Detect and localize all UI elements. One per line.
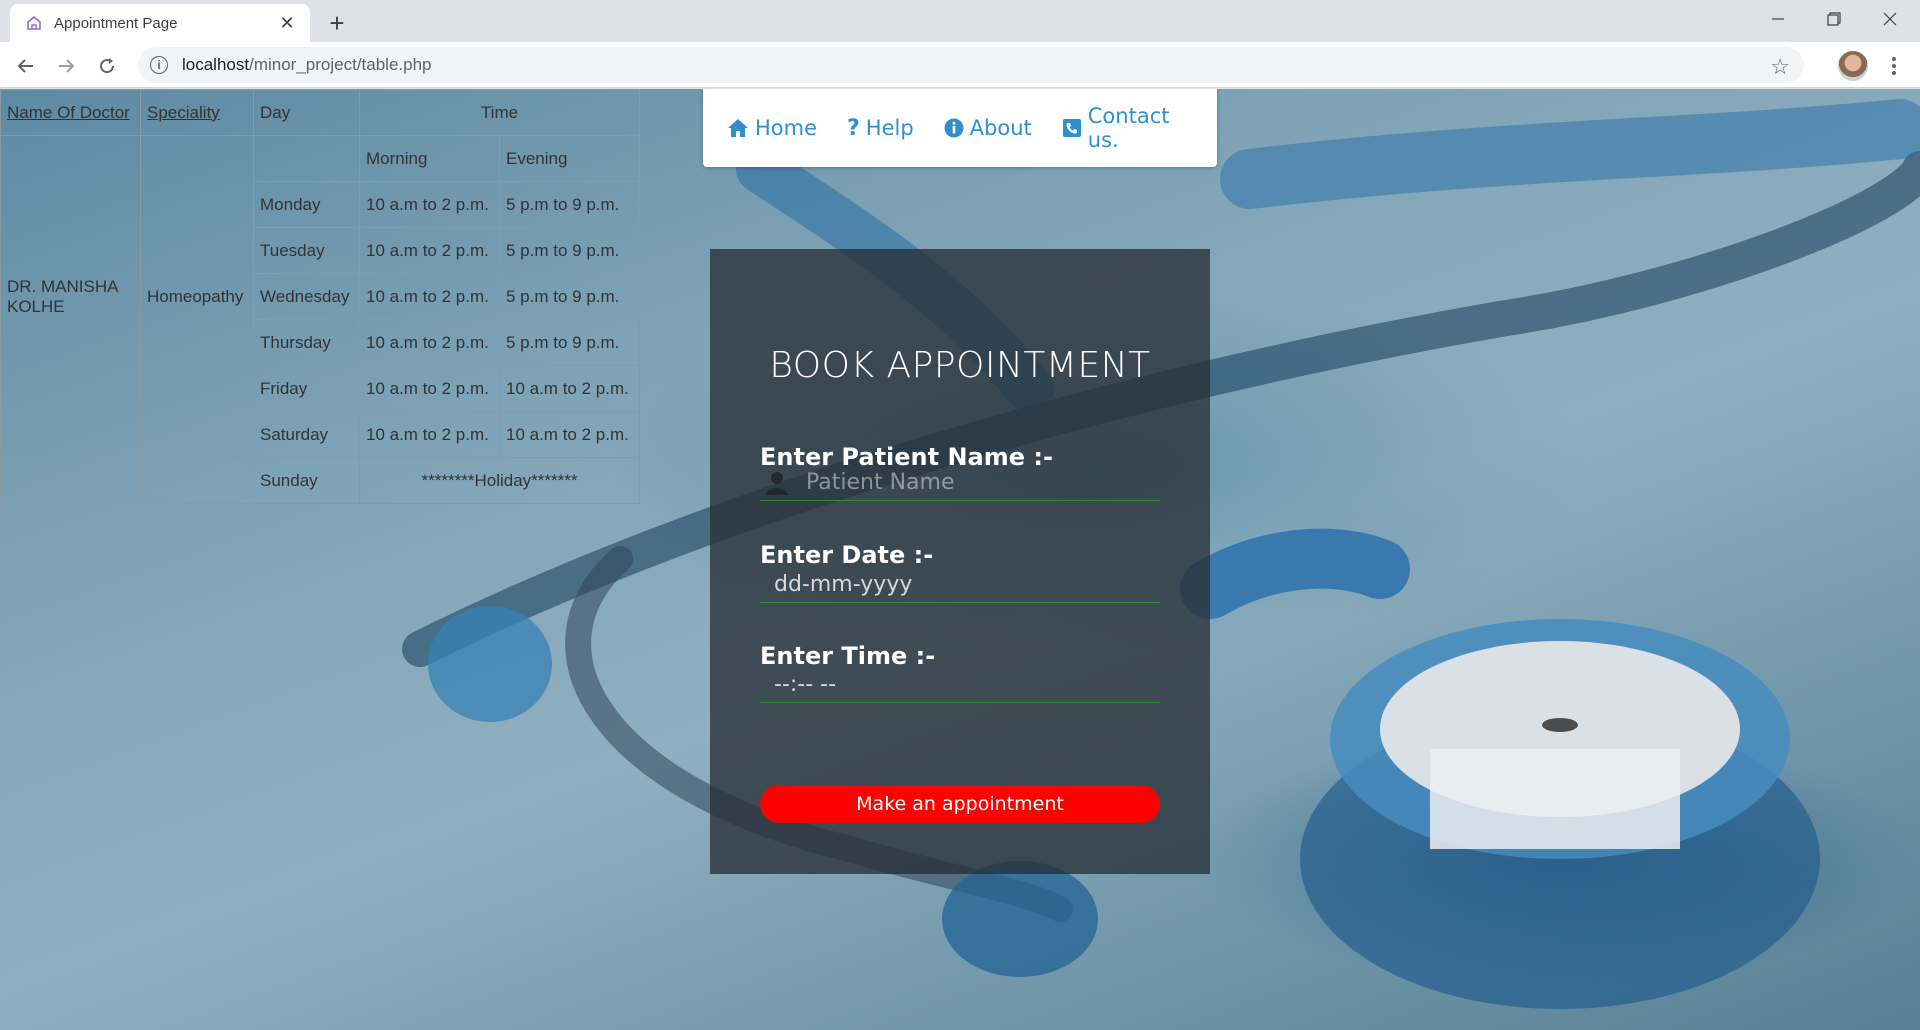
- url-path: /minor_project/table.php: [249, 55, 432, 74]
- user-icon: [764, 470, 790, 496]
- forward-arrow-icon[interactable]: [50, 50, 82, 82]
- url-text: localhost/minor_project/table.php: [182, 55, 432, 75]
- header-evening: Evening: [499, 135, 640, 182]
- day-cell: Thursday: [253, 319, 360, 366]
- time-value: --:-- --: [774, 672, 837, 697]
- home-icon: [727, 118, 749, 138]
- header-day: Day: [253, 89, 360, 136]
- page-viewport: Name Of Doctor Speciality Day Time DR. M…: [0, 89, 1920, 1030]
- booking-title: BOOK APPOINTMENT: [769, 345, 1151, 386]
- tab-title: Appointment Page: [54, 14, 178, 32]
- info-icon[interactable]: i: [150, 56, 168, 74]
- date-field[interactable]: dd-mm-yyyy: [760, 567, 1160, 603]
- evening-cell: 5 p.m to 9 p.m.: [499, 227, 640, 274]
- morning-cell: 10 a.m to 2 p.m.: [359, 319, 500, 366]
- nav-help[interactable]: ? Help: [847, 116, 914, 141]
- patient-name-field[interactable]: Patient Name: [760, 465, 1160, 501]
- speciality-cell: Homeopathy: [140, 135, 254, 458]
- evening-cell: 5 p.m to 9 p.m.: [499, 273, 640, 320]
- morning-cell: 10 a.m to 2 p.m.: [359, 273, 500, 320]
- nav-home[interactable]: Home: [727, 116, 817, 140]
- time-label: Enter Time :-: [760, 642, 936, 670]
- nav-help-label: Help: [865, 116, 914, 140]
- top-nav: Home ? Help About Contact us.: [703, 89, 1217, 167]
- table-row: DR. MANISHA KOLHE Homeopathy Morning Eve…: [0, 135, 640, 458]
- evening-cell: 10 a.m to 2 p.m.: [499, 365, 640, 412]
- header-speciality[interactable]: Speciality: [140, 89, 254, 136]
- bookmark-star-icon[interactable]: ☆: [1770, 54, 1790, 80]
- back-arrow-icon[interactable]: [10, 50, 42, 82]
- holiday-cell: ********Holiday*******: [359, 457, 640, 504]
- nav-about-label: About: [969, 116, 1032, 140]
- minimize-icon[interactable]: [1750, 0, 1806, 38]
- nav-contact[interactable]: Contact us.: [1062, 104, 1187, 152]
- morning-cell: 10 a.m to 2 p.m.: [359, 365, 500, 412]
- evening-cell: 10 a.m to 2 p.m.: [499, 411, 640, 458]
- nav-home-label: Home: [755, 116, 818, 140]
- day-cell: Sunday: [253, 457, 360, 504]
- day-cell: Saturday: [253, 411, 360, 458]
- day-cell-empty: [253, 135, 360, 182]
- close-tab-icon[interactable]: ✕: [276, 12, 298, 34]
- doctor-schedule-table: Name Of Doctor Speciality Day Time DR. M…: [0, 89, 640, 504]
- morning-cell: 10 a.m to 2 p.m.: [359, 181, 500, 228]
- patient-name-placeholder: Patient Name: [806, 470, 955, 495]
- reload-icon[interactable]: [91, 50, 123, 82]
- date-value: dd-mm-yyyy: [774, 572, 913, 597]
- new-tab-button[interactable]: +: [322, 8, 352, 38]
- booking-panel: BOOK APPOINTMENT Enter Patient Name :- P…: [710, 249, 1210, 874]
- empty-cell: [140, 457, 254, 504]
- question-mark-icon: ?: [847, 115, 860, 141]
- nav-about[interactable]: About: [944, 116, 1032, 140]
- doctor-header-link[interactable]: Name Of Doctor: [7, 103, 130, 122]
- speciality-header-link[interactable]: Speciality: [147, 103, 220, 122]
- info-circle-icon: [944, 118, 964, 138]
- url-host: localhost: [182, 55, 250, 74]
- day-cell: Wednesday: [253, 273, 360, 320]
- browser-tab[interactable]: Appointment Page ✕: [10, 4, 310, 42]
- table-row: Sunday ********Holiday*******: [0, 457, 640, 504]
- profile-avatar[interactable]: [1838, 51, 1868, 81]
- address-bar[interactable]: i localhost/minor_project/table.php ☆: [138, 47, 1804, 83]
- header-doctor[interactable]: Name Of Doctor: [0, 89, 141, 136]
- day-cell: Tuesday: [253, 227, 360, 274]
- morning-cell: 10 a.m to 2 p.m.: [359, 227, 500, 274]
- day-cell: Friday: [253, 365, 360, 412]
- phone-square-icon: [1062, 118, 1082, 138]
- time-field[interactable]: --:-- --: [760, 667, 1160, 703]
- evening-cell: 5 p.m to 9 p.m.: [499, 319, 640, 366]
- home-favicon-icon: [24, 13, 44, 33]
- doctor-name-cell: DR. MANISHA KOLHE: [0, 135, 141, 458]
- header-time: Time: [359, 89, 640, 136]
- table-header-row: Name Of Doctor Speciality Day Time: [0, 89, 640, 136]
- browser-toolbar: i localhost/minor_project/table.php ☆: [0, 42, 1920, 88]
- browser-menu-icon[interactable]: [1882, 50, 1906, 82]
- header-morning: Morning: [359, 135, 500, 182]
- morning-cell: 10 a.m to 2 p.m.: [359, 411, 500, 458]
- close-window-icon[interactable]: [1862, 0, 1918, 38]
- evening-cell: 5 p.m to 9 p.m.: [499, 181, 640, 228]
- restore-icon[interactable]: [1806, 0, 1862, 38]
- day-cell: Monday: [253, 181, 360, 228]
- tab-strip: Appointment Page ✕ +: [0, 0, 1920, 42]
- make-appointment-button[interactable]: Make an appointment: [760, 785, 1160, 823]
- nav-contact-label: Contact us.: [1087, 104, 1170, 152]
- date-label: Enter Date :-: [760, 541, 934, 569]
- empty-cell: [0, 457, 141, 504]
